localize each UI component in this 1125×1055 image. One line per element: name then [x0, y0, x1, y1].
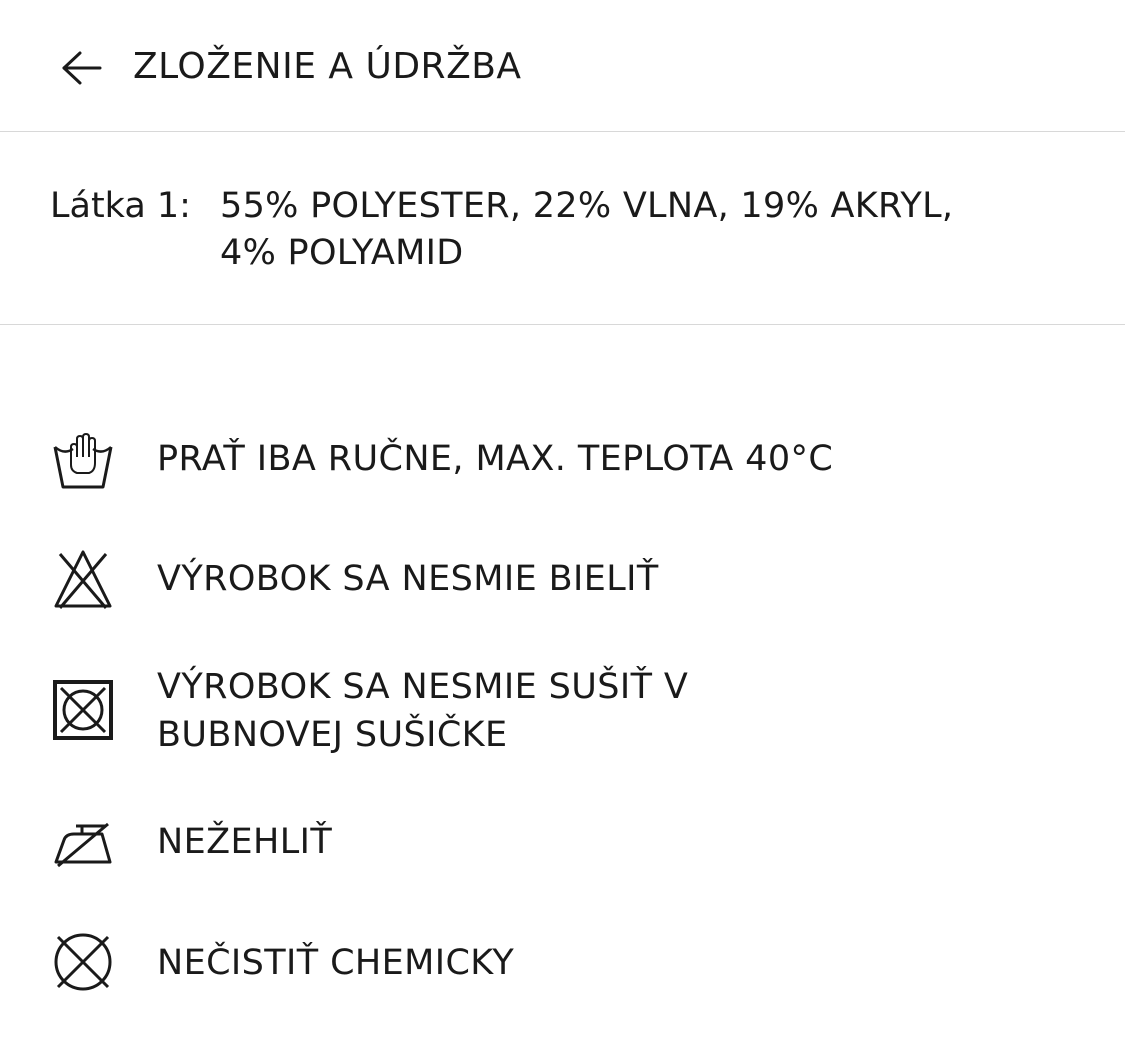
back-button[interactable]: [50, 42, 114, 94]
care-text: VÝROBOK SA NESMIE BIELIŤ: [157, 559, 659, 599]
fabric-composition: 55% POLYESTER, 22% VLNA, 19% AKRYL, 4% P…: [220, 183, 1060, 277]
care-text: NEŽEHLIŤ: [157, 822, 333, 862]
care-text: NEČISTIŤ CHEMICKY: [157, 943, 515, 983]
care-text: PRAŤ IBA RUČNE, MAX. TEPLOTA 40°C: [157, 439, 834, 479]
do-not-iron-icon: [50, 810, 116, 876]
fabric-composition-line-2: 4% POLYAMID: [220, 233, 464, 273]
do-not-dry-clean-icon: [50, 929, 116, 995]
arrow-left-icon: [62, 51, 102, 85]
do-not-tumble-dry-icon: [50, 677, 116, 743]
page-title: ZLOŽENIE A ÚDRŽBA: [133, 46, 522, 87]
fabric-composition-line-1: 55% POLYESTER, 22% VLNA, 19% AKRYL,: [220, 186, 954, 226]
care-text-line-2: BUBNOVEJ SUŠIČKE: [157, 715, 508, 755]
care-text-line-1: VÝROBOK SA NESMIE SUŠIŤ V: [157, 667, 689, 707]
composition-section: Látka 1: 55% POLYESTER, 22% VLNA, 19% AK…: [0, 133, 1125, 325]
fabric-label: Látka 1:: [50, 186, 191, 226]
do-not-bleach-icon: [50, 546, 116, 612]
header: ZLOŽENIE A ÚDRŽBA: [0, 0, 1125, 132]
care-text: VÝROBOK SA NESMIE SUŠIŤ V BUBNOVEJ SUŠIČ…: [157, 663, 1057, 759]
hand-wash-icon: [50, 428, 116, 494]
